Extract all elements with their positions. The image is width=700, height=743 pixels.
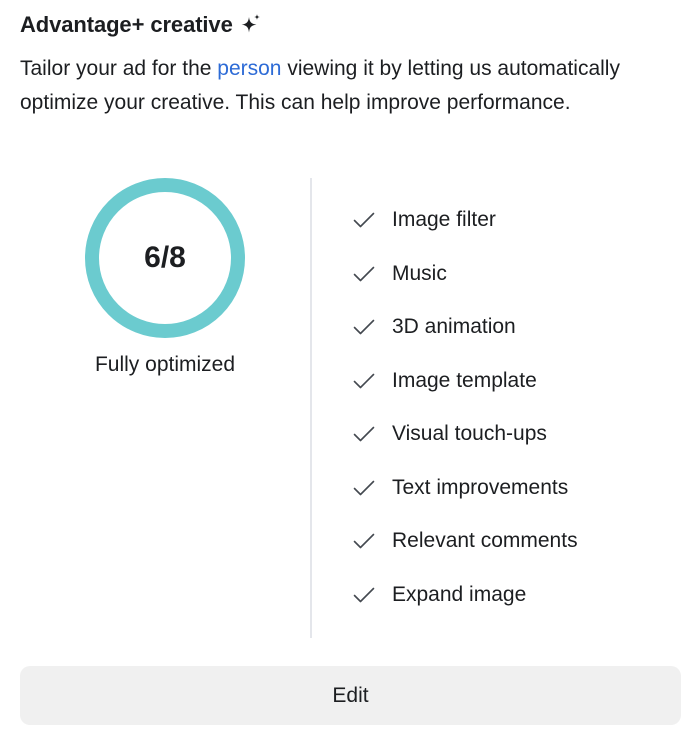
- checkmark-icon: [353, 533, 375, 549]
- feature-label: Image template: [392, 368, 537, 392]
- sparkle-icon: [240, 13, 262, 35]
- optimization-score: 6/8 Fully optimized: [60, 176, 270, 377]
- checkmark-icon: [353, 319, 375, 335]
- feature-label: Relevant comments: [392, 529, 578, 552]
- score-caption: Fully optimized: [94, 353, 236, 376]
- description-text-before: Tailor your ad for the: [20, 57, 218, 80]
- feature-item: Image filter: [352, 200, 578, 240]
- section-header: Advantage+ creative: [20, 8, 262, 42]
- checkmark-icon: [353, 373, 375, 388]
- feature-label: Image filter: [392, 208, 496, 231]
- score-ring: 6/8: [83, 176, 247, 340]
- feature-label: Text improvements: [392, 475, 569, 499]
- feature-item: Visual touch-ups: [352, 414, 578, 454]
- checkmark-icon: [353, 266, 375, 281]
- feature-item: Expand image: [352, 575, 578, 615]
- feature-label: 3D animation: [392, 315, 516, 338]
- feature-label: Visual touch-ups: [392, 422, 547, 445]
- feature-item: Relevant comments: [352, 521, 578, 561]
- feature-item: Text improvements: [352, 468, 578, 508]
- checkmark-icon: [353, 587, 375, 602]
- checkmark-icon: [353, 212, 375, 228]
- score-value: 6/8: [144, 241, 186, 274]
- section-title: Advantage+ creative: [20, 12, 233, 37]
- feature-list: Image filter Music 3D animation Image te…: [352, 200, 578, 628]
- feature-label: Music: [392, 261, 447, 285]
- section-description: Tailor your ad for the person viewing it…: [20, 52, 680, 120]
- feature-item: Music: [352, 254, 578, 294]
- checkmark-icon: [353, 480, 375, 495]
- person-link[interactable]: person: [217, 57, 281, 80]
- feature-label: Expand image: [392, 582, 527, 606]
- checkmark-icon: [353, 426, 375, 442]
- vertical-divider: [310, 178, 312, 638]
- feature-item: Image template: [352, 361, 578, 401]
- edit-button[interactable]: Edit: [20, 666, 681, 725]
- feature-item: 3D animation: [352, 307, 578, 347]
